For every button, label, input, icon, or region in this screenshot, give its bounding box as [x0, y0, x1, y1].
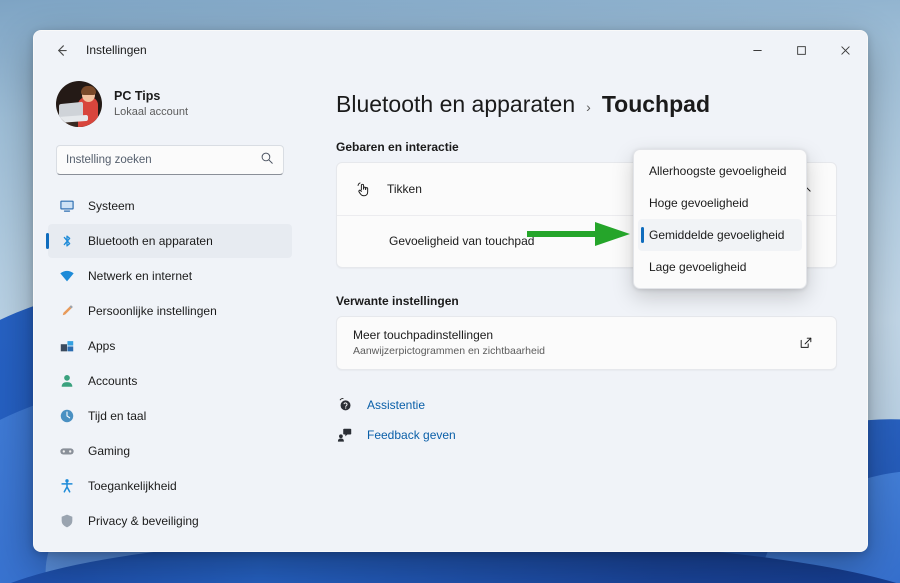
main-content: Bluetooth en apparaten › Touchpad Gebare… — [306, 69, 867, 551]
sidebar-item-accounts[interactable]: Accounts — [48, 364, 292, 398]
help-link-label[interactable]: Assistentie — [367, 398, 425, 412]
sidebar-item-systeem[interactable]: Systeem — [48, 189, 292, 223]
more-touchpad-settings-title: Meer touchpadinstellingen — [353, 328, 494, 343]
feedback-link-label[interactable]: Feedback geven — [367, 428, 456, 442]
profile-account-type: Lokaal account — [114, 106, 188, 119]
network-icon — [58, 267, 76, 285]
sidebar-item-netwerk-en-internet[interactable]: Netwerk en internet — [48, 259, 292, 293]
back-button[interactable] — [46, 35, 76, 65]
search-icon — [260, 151, 274, 170]
window-controls — [735, 31, 867, 69]
personalization-icon — [58, 302, 76, 320]
apps-icon — [58, 337, 76, 355]
tap-gesture-icon — [353, 179, 373, 199]
external-link-icon[interactable] — [792, 329, 820, 357]
window-title: Instellingen — [86, 43, 147, 57]
bluetooth-icon — [58, 232, 76, 250]
sidebar-item-label: Privacy & beveiliging — [88, 514, 199, 528]
accounts-icon — [58, 372, 76, 390]
sidebar-item-label: Netwerk en internet — [88, 269, 193, 283]
privacy-security-icon — [58, 512, 76, 530]
help-icon — [336, 396, 354, 414]
maximize-button[interactable] — [779, 31, 823, 69]
profile-name: PC Tips — [114, 89, 161, 104]
search-input[interactable] — [66, 154, 254, 166]
search-section — [46, 133, 294, 175]
breadcrumb: Bluetooth en apparaten › Touchpad — [336, 91, 837, 118]
profile-section[interactable]: PC Tips Lokaal account — [46, 69, 294, 133]
sidebar-item-apps[interactable]: Apps — [48, 329, 292, 363]
sidebar-item-label: Persoonlijke instellingen — [88, 304, 217, 318]
search-box[interactable] — [56, 145, 284, 175]
footer-links: Assistentie Feedback geven — [336, 396, 837, 444]
title-bar: Instellingen — [34, 31, 867, 69]
system-icon — [58, 197, 76, 215]
sidebar-item-privacy-beveiliging[interactable]: Privacy & beveiliging — [48, 504, 292, 538]
dropdown-option-gemiddelde[interactable]: Gemiddelde gevoeligheid — [638, 219, 802, 251]
help-link-row[interactable]: Assistentie — [336, 396, 837, 414]
dropdown-option-allerhoogste[interactable]: Allerhoogste gevoeligheid — [638, 155, 802, 187]
breadcrumb-parent[interactable]: Bluetooth en apparaten — [336, 91, 575, 118]
avatar — [56, 81, 102, 127]
sidebar: PC Tips Lokaal account Instelling zoeken… — [34, 69, 306, 551]
sidebar-item-label: Gaming — [88, 444, 131, 458]
feedback-icon — [336, 426, 354, 444]
sidebar-item-label: Toegankelijkheid — [88, 479, 177, 493]
sidebar-item-label: Systeem — [88, 199, 135, 213]
minimize-button[interactable] — [735, 31, 779, 69]
feedback-link-row[interactable]: Feedback geven — [336, 426, 837, 444]
sensitivity-dropdown-menu[interactable]: Allerhoogste gevoeligheid Hoge gevoeligh… — [633, 149, 807, 289]
sidebar-item-label: Accounts — [88, 374, 138, 388]
dropdown-option-lage[interactable]: Lage gevoeligheid — [638, 251, 802, 283]
breadcrumb-separator: › — [586, 99, 591, 115]
more-touchpad-settings-row[interactable]: Meer touchpadinstellingen Aanwijzerpicto… — [337, 317, 836, 369]
sidebar-item-bluetooth-en-apparaten[interactable]: Bluetooth en apparaten — [46, 224, 292, 258]
more-touchpad-settings-subtitle: Aanwijzerpictogrammen en zichtbaarheid — [353, 345, 546, 358]
gaming-icon — [58, 442, 76, 460]
sidebar-item-persoonlijke-instellingen[interactable]: Persoonlijke instellingen — [48, 294, 292, 328]
sidebar-item-toegankelijkheid[interactable]: Toegankelijkheid — [48, 469, 292, 503]
related-section-title: Verwante instellingen — [336, 294, 459, 308]
page-title: Touchpad — [601, 91, 710, 117]
sidebar-item-tijd-en-taal[interactable]: Tijd en taal — [48, 399, 292, 433]
sidebar-item-label: Apps — [88, 339, 116, 353]
window-body: PC Tips Lokaal account Instelling zoeken… — [34, 69, 867, 551]
dropdown-option-hoge[interactable]: Hoge gevoeligheid — [638, 187, 802, 219]
sidebar-nav: Systeem Bluetooth en apparaten Netwerk e… — [46, 175, 294, 538]
close-button[interactable] — [823, 31, 867, 69]
related-settings-card: Meer touchpadinstellingen Aanwijzerpicto… — [336, 316, 837, 370]
sidebar-item-label: Tijd en taal — [88, 409, 147, 423]
settings-window: Instellingen PC Tips Lokaal account Inst… — [33, 30, 868, 552]
accessibility-icon — [58, 477, 76, 495]
sidebar-item-gaming[interactable]: Gaming — [48, 434, 292, 468]
sidebar-item-label: Bluetooth en apparaten — [88, 234, 213, 248]
time-language-icon — [58, 407, 76, 425]
